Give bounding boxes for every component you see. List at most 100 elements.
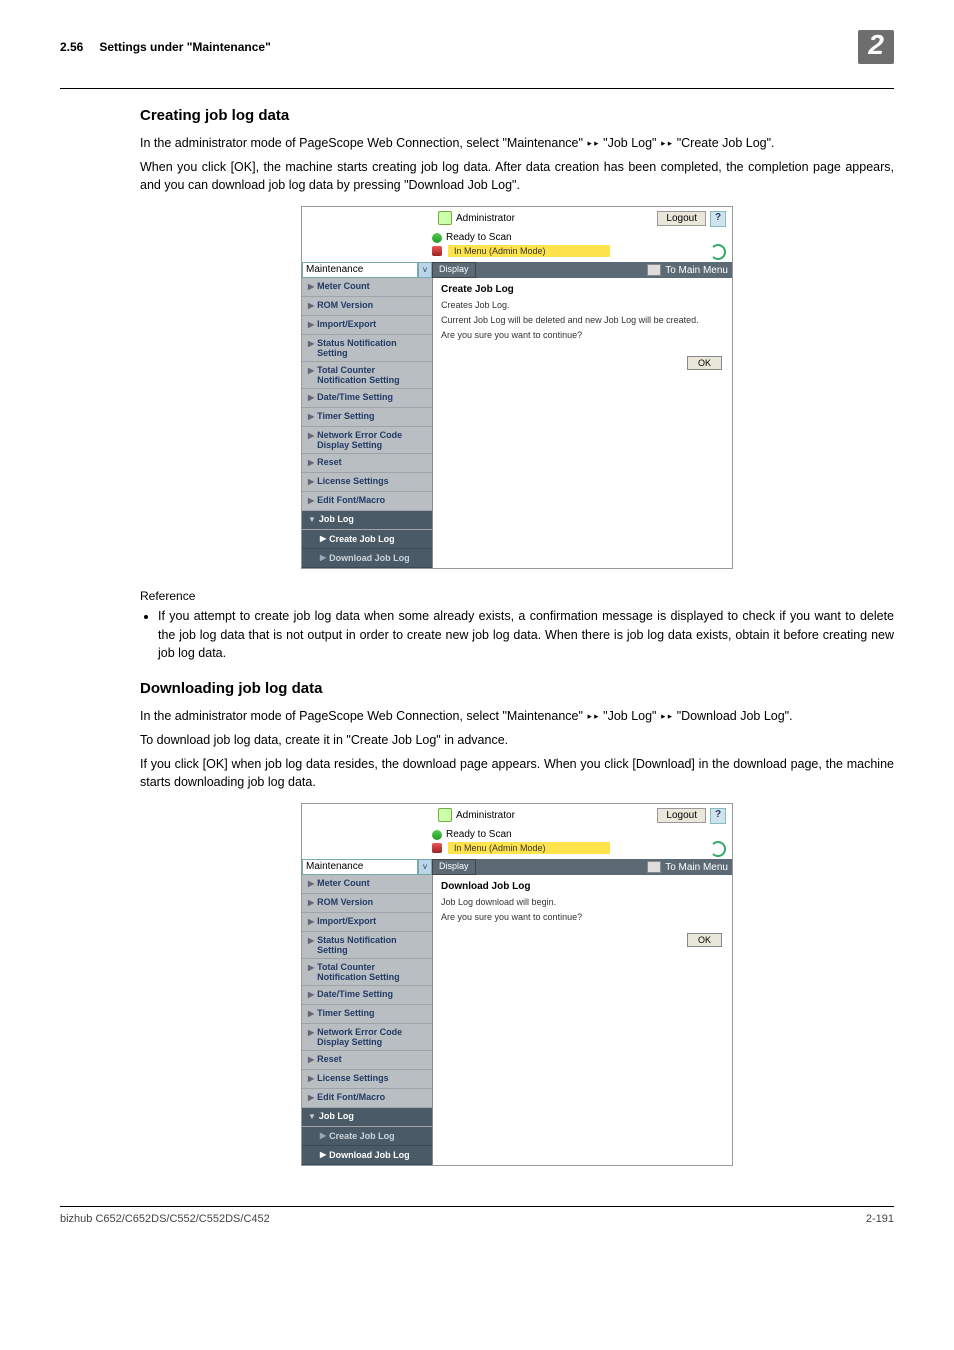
sidebar-item-edit-font[interactable]: ▶Edit Font/Macro bbox=[302, 1089, 432, 1108]
sidebar-item-label: Job Log bbox=[319, 514, 354, 524]
sidebar: ▶Meter Count ▶ROM Version ▶Import/Export… bbox=[302, 875, 433, 1165]
sidebar-item-rom-version[interactable]: ▶ROM Version bbox=[302, 297, 432, 316]
text: In the administrator mode of PageScope W… bbox=[140, 136, 586, 150]
text: In the administrator mode of PageScope W… bbox=[140, 709, 586, 723]
sidebar-item-timer[interactable]: ▶Timer Setting bbox=[302, 408, 432, 427]
text: "Job Log" bbox=[600, 136, 660, 150]
sidebar-item-label: Import/Export bbox=[317, 916, 376, 926]
administrator-label: Administrator bbox=[456, 810, 515, 821]
ok-button[interactable]: OK bbox=[687, 933, 722, 947]
reference-item: If you attempt to create job log data wh… bbox=[158, 607, 894, 661]
chevron-down-icon[interactable]: v bbox=[418, 859, 432, 875]
admin-mode-bar: In Menu (Admin Mode) bbox=[448, 245, 610, 257]
page-header: 2.56 Settings under "Maintenance" 2 bbox=[60, 30, 894, 64]
sidebar-item-status-notification[interactable]: ▶Status Notification Setting bbox=[302, 932, 432, 959]
sidebar-item-label: License Settings bbox=[317, 1073, 389, 1083]
logout-button[interactable]: Logout bbox=[657, 211, 706, 226]
pane-text: Are you sure you want to continue? bbox=[441, 329, 724, 342]
sidebar-item-label: License Settings bbox=[317, 476, 389, 486]
display-button[interactable]: Display bbox=[432, 859, 476, 875]
sidebar-item-rom-version[interactable]: ▶ROM Version bbox=[302, 894, 432, 913]
logout-button[interactable]: Logout bbox=[657, 808, 706, 823]
sidebar-group-job-log[interactable]: ▼Job Log bbox=[302, 511, 432, 530]
sidebar-item-import-export[interactable]: ▶Import/Export bbox=[302, 316, 432, 335]
sidebar-item-label: Import/Export bbox=[317, 319, 376, 329]
sidebar-group-job-log[interactable]: ▼Job Log bbox=[302, 1108, 432, 1127]
chevron-down-icon[interactable]: v bbox=[418, 262, 432, 278]
sidebar-item-timer[interactable]: ▶Timer Setting bbox=[302, 1005, 432, 1024]
sidebar-item-reset[interactable]: ▶Reset bbox=[302, 454, 432, 473]
category-select[interactable]: Maintenance bbox=[302, 859, 418, 875]
sidebar-item-label: ROM Version bbox=[317, 300, 373, 310]
sidebar-item-meter-count[interactable]: ▶Meter Count bbox=[302, 875, 432, 894]
sidebar-item-label: Total Counter Notification Setting bbox=[317, 962, 426, 982]
app-screenshot-create: Administrator Logout ? Ready to Scan In … bbox=[301, 206, 733, 569]
product-name: bizhub C652/C652DS/C552/C552DS/C452 bbox=[60, 1213, 270, 1225]
sidebar-item-label: Download Job Log bbox=[329, 1150, 410, 1160]
main-menu-icon[interactable] bbox=[647, 861, 661, 873]
text: "Job Log" bbox=[600, 709, 660, 723]
paragraph: When you click [OK], the machine starts … bbox=[140, 158, 894, 194]
sidebar-item-label: Meter Count bbox=[317, 281, 370, 291]
pane-text: Creates Job Log. bbox=[441, 299, 724, 312]
to-main-menu-link[interactable]: To Main Menu bbox=[665, 265, 728, 276]
text: "Create Job Log". bbox=[673, 136, 774, 150]
printer-status-icon bbox=[432, 233, 442, 243]
sidebar-item-total-counter[interactable]: ▶Total Counter Notification Setting bbox=[302, 362, 432, 389]
sidebar-item-license[interactable]: ▶License Settings bbox=[302, 473, 432, 492]
sidebar-item-label: Meter Count bbox=[317, 878, 370, 888]
sidebar-item-label: Job Log bbox=[319, 1111, 354, 1121]
sidebar-item-license[interactable]: ▶License Settings bbox=[302, 1070, 432, 1089]
administrator-icon bbox=[438, 808, 452, 822]
help-icon[interactable]: ? bbox=[710, 211, 726, 227]
sidebar-item-meter-count[interactable]: ▶Meter Count bbox=[302, 278, 432, 297]
sidebar-item-reset[interactable]: ▶Reset bbox=[302, 1051, 432, 1070]
sidebar-item-label: Download Job Log bbox=[329, 553, 410, 563]
sidebar-item-label: Status Notification Setting bbox=[317, 935, 426, 955]
app-screenshot-download: Administrator Logout ? Ready to Scan In … bbox=[301, 803, 733, 1166]
pane-title: Create Job Log bbox=[441, 284, 724, 295]
sidebar-item-status-notification[interactable]: ▶Status Notification Setting bbox=[302, 335, 432, 362]
sidebar-item-date-time[interactable]: ▶Date/Time Setting bbox=[302, 986, 432, 1005]
pane-text: Are you sure you want to continue? bbox=[441, 911, 724, 924]
sidebar-sub-create-job-log[interactable]: ▶Create Job Log bbox=[302, 530, 432, 549]
category-select[interactable]: Maintenance bbox=[302, 262, 418, 278]
admin-mode-bar: In Menu (Admin Mode) bbox=[448, 842, 610, 854]
arrow-icon: ▸▸ bbox=[586, 709, 599, 722]
administrator-icon bbox=[438, 211, 452, 225]
main-pane: Create Job Log Creates Job Log. Current … bbox=[433, 278, 732, 568]
sidebar-item-label: Reset bbox=[317, 457, 342, 467]
to-main-menu-link[interactable]: To Main Menu bbox=[665, 862, 728, 873]
sidebar-sub-download-job-log[interactable]: ▶Download Job Log bbox=[302, 1146, 432, 1165]
main-pane: Download Job Log Job Log download will b… bbox=[433, 875, 732, 1165]
sidebar-item-label: Reset bbox=[317, 1054, 342, 1064]
reference-label: Reference bbox=[140, 589, 894, 603]
status-ready: Ready to Scan bbox=[446, 232, 512, 243]
mode-status-icon bbox=[432, 843, 442, 853]
ok-button[interactable]: OK bbox=[687, 356, 722, 370]
sidebar-item-label: Network Error Code Display Setting bbox=[317, 1027, 426, 1047]
sidebar-sub-create-job-log[interactable]: ▶Create Job Log bbox=[302, 1127, 432, 1146]
sidebar-item-network-error[interactable]: ▶Network Error Code Display Setting bbox=[302, 1024, 432, 1051]
sidebar-item-total-counter[interactable]: ▶Total Counter Notification Setting bbox=[302, 959, 432, 986]
main-menu-icon[interactable] bbox=[647, 264, 661, 276]
display-button[interactable]: Display bbox=[432, 262, 476, 278]
sidebar-item-network-error[interactable]: ▶Network Error Code Display Setting bbox=[302, 427, 432, 454]
pane-text: Current Job Log will be deleted and new … bbox=[441, 314, 724, 327]
paragraph: If you click [OK] when job log data resi… bbox=[140, 755, 894, 791]
sidebar-sub-download-job-log[interactable]: ▶Download Job Log bbox=[302, 549, 432, 568]
help-icon[interactable]: ? bbox=[710, 808, 726, 824]
heading-creating-job-log: Creating job log data bbox=[140, 107, 894, 124]
sidebar-item-label: Create Job Log bbox=[329, 534, 395, 544]
sidebar-item-import-export[interactable]: ▶Import/Export bbox=[302, 913, 432, 932]
sidebar-item-date-time[interactable]: ▶Date/Time Setting bbox=[302, 389, 432, 408]
arrow-icon: ▸▸ bbox=[660, 709, 673, 722]
sidebar-item-label: Timer Setting bbox=[317, 1008, 374, 1018]
arrow-icon: ▸▸ bbox=[586, 137, 599, 150]
sidebar-item-label: Edit Font/Macro bbox=[317, 495, 385, 505]
section-title: Settings under "Maintenance" bbox=[99, 40, 858, 54]
sidebar-item-edit-font[interactable]: ▶Edit Font/Macro bbox=[302, 492, 432, 511]
administrator-label: Administrator bbox=[456, 213, 515, 224]
printer-status-icon bbox=[432, 830, 442, 840]
pane-title: Download Job Log bbox=[441, 881, 724, 892]
